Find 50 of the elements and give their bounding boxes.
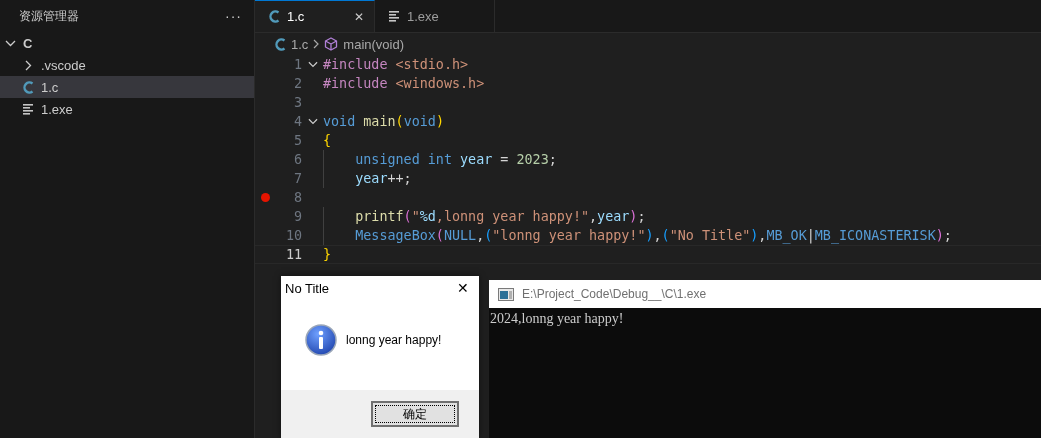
more-actions-icon[interactable]: ··· [225,8,242,24]
line-number: 3 [292,95,302,110]
tree-item[interactable]: 1.c [0,76,254,98]
c-language-icon [269,10,280,23]
c-language-icon [275,37,286,51]
breadcrumb-item[interactable]: 1.c [291,36,309,52]
editor-tab[interactable]: 1.c ✕ [255,0,375,32]
breadcrumb-item[interactable]: main(void) [343,36,405,52]
line-number: 1 [292,57,302,72]
chevron-right-icon[interactable] [25,59,32,71]
line-number: 5 [292,133,302,148]
sidebar-title: 资源管理器 [19,7,79,25]
file-name: 1.c [41,79,59,95]
folder-name: .vscode [41,57,86,73]
fold-chevron-icon[interactable] [307,118,318,125]
line-number: 9 [292,209,302,224]
chevron-down-icon[interactable] [5,39,16,47]
folder-name: C [23,35,33,51]
console-window-icon [498,287,514,301]
chevron-right-icon [313,39,320,49]
line-number: 8 [292,190,302,205]
cube-icon [324,37,339,51]
line-number: 4 [292,114,302,129]
code-line: #include <stdio.h> [323,56,469,74]
ok-button[interactable]: 确定 [371,401,459,427]
close-icon[interactable]: ✕ [354,9,364,24]
tree-item[interactable]: .vscode [0,54,254,76]
line-number: 7 [292,171,302,186]
line-number: 6 [292,152,302,167]
info-icon [305,324,337,356]
close-icon[interactable]: ✕ [457,280,469,296]
text-lines-icon [389,10,400,22]
code-line: #include <windows.h> [323,75,485,93]
console-output: 2024,lonng year happy! [490,311,624,326]
dialog-message: lonng year happy! [346,333,442,347]
text-lines-icon [23,103,34,115]
fold-chevron-icon[interactable] [307,61,318,68]
code-line: void main(void) [323,113,444,131]
dialog-title: No Title [285,280,330,296]
tree-item[interactable]: 1.exe [0,98,254,120]
breakpoint-dot[interactable] [261,193,270,202]
line-number: 10 [284,228,302,243]
code-line: { [323,132,332,150]
code-line: } [323,246,332,264]
console-title: E:\Project_Code\Debug__\C\1.exe [522,287,707,301]
line-number: 2 [292,76,302,91]
tree-item[interactable]: C [0,32,254,54]
file-name: 1.exe [41,101,73,117]
c-language-icon [23,80,34,94]
line-number: 11 [284,247,302,262]
